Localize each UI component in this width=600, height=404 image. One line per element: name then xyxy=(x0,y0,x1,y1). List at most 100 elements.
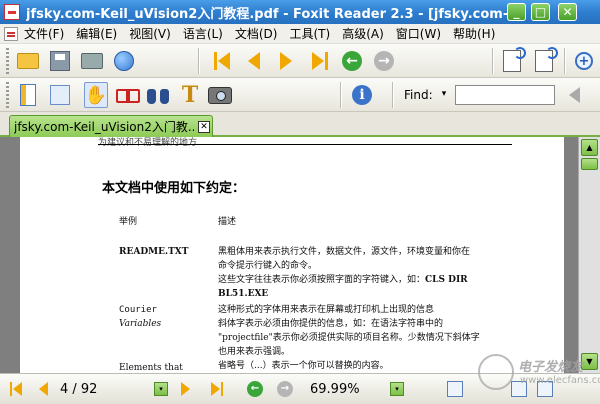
text-cursor-icon: T xyxy=(181,82,199,108)
page-indicator[interactable]: 4 / 92 xyxy=(60,382,97,397)
first-page-button[interactable] xyxy=(212,49,236,73)
hand-tool-button[interactable]: ✋ xyxy=(83,82,109,108)
bookmark-page-icon xyxy=(20,84,36,106)
description-text: 这些文字往往表示你必须按照字面的字符键入，如： xyxy=(218,275,426,285)
scroll-up-button[interactable]: ▲ xyxy=(581,139,598,156)
minimize-button[interactable]: _ xyxy=(507,3,526,21)
next-page-button[interactable] xyxy=(274,49,298,73)
menu-advanced[interactable]: 高级(A) xyxy=(342,25,384,42)
toolbar-grip[interactable] xyxy=(6,48,9,74)
header-rule xyxy=(98,144,512,145)
menu-edit[interactable]: 编辑(E) xyxy=(76,25,117,42)
menu-view[interactable]: 视图(V) xyxy=(129,25,171,42)
fit-page-button[interactable] xyxy=(48,83,72,107)
rotate-right-button[interactable] xyxy=(532,47,558,73)
watermark-logo-icon xyxy=(478,354,514,390)
previous-page-icon xyxy=(38,382,48,396)
snapshot-button[interactable] xyxy=(208,83,232,107)
pdf-page: 为建议和不易理解的地方 本文档中使用如下约定： 举例 描述 README.TXT… xyxy=(20,137,564,373)
row-example-variables: Variables xyxy=(119,319,162,329)
first-page-icon xyxy=(214,52,230,70)
last-page-button[interactable] xyxy=(306,49,330,73)
zoom-in-button[interactable]: + xyxy=(572,49,596,73)
save-icon xyxy=(50,51,70,71)
single-page-layout-button[interactable] xyxy=(446,380,464,398)
rotate-left-button[interactable] xyxy=(500,47,526,73)
zoom-dropdown[interactable]: ▾ xyxy=(388,380,406,398)
last-page-icon xyxy=(210,382,223,396)
description-line: 这种形式的字体用来表示在屏幕或打印机上出现的信息 xyxy=(218,305,435,315)
document-info-button[interactable]: i xyxy=(350,83,374,107)
page-list-dropdown[interactable]: ▾ xyxy=(152,380,170,398)
status-last-page-button[interactable] xyxy=(206,380,224,398)
find-label: Find: xyxy=(404,88,433,102)
document-view[interactable]: 为建议和不易理解的地方 本文档中使用如下约定： 举例 描述 README.TXT… xyxy=(0,137,578,373)
row-example-readme: README.TXT xyxy=(119,247,189,257)
save-button[interactable] xyxy=(48,49,72,73)
tab-close-icon[interactable]: ✕ xyxy=(198,120,210,133)
page-header-text: 为建议和不易理解的地方 xyxy=(98,138,198,148)
reading-mode-button[interactable] xyxy=(116,83,140,107)
back-button[interactable]: ← xyxy=(340,49,364,73)
previous-page-button[interactable] xyxy=(242,49,266,73)
menu-document[interactable]: 文档(D) xyxy=(235,25,278,42)
menu-language[interactable]: 语言(L) xyxy=(183,25,223,42)
single-page-icon xyxy=(447,381,463,397)
forward-arrow-icon: → xyxy=(277,381,293,397)
status-next-page-button[interactable] xyxy=(176,380,194,398)
forward-button[interactable]: → xyxy=(372,49,396,73)
text-select-button[interactable]: T xyxy=(178,82,202,108)
watermark-brand: 电子发烧友 xyxy=(518,360,584,375)
status-back-button[interactable]: ← xyxy=(246,380,264,398)
search-button[interactable] xyxy=(146,83,170,107)
find-previous-icon xyxy=(568,87,580,103)
row-example-elements: Elements that xyxy=(119,363,183,373)
previous-page-icon xyxy=(248,52,260,70)
fit-page-icon xyxy=(50,85,70,105)
description-line: 省略号（...）表示一个你可以替换的内容。 xyxy=(218,361,389,371)
foxit-app-icon[interactable] xyxy=(4,4,20,20)
camera-icon xyxy=(208,86,232,104)
description-line: 也用来表示强调。 xyxy=(218,347,291,357)
web-button[interactable] xyxy=(112,49,136,73)
toolbar-grip[interactable] xyxy=(6,82,9,108)
menu-window[interactable]: 窗口(W) xyxy=(396,25,441,42)
menu-help[interactable]: 帮助(H) xyxy=(453,25,495,42)
toolbar-separator xyxy=(198,48,200,74)
menu-tools[interactable]: 工具(T) xyxy=(289,25,330,42)
zoom-level[interactable]: 69.99% xyxy=(310,382,360,397)
row-description-elements: 省略号（...）表示一个你可以替换的内容。 xyxy=(218,359,510,373)
tab-document[interactable]: jfsky.com-Keil_uVision2入门教... ✕ xyxy=(9,115,213,137)
folder-icon xyxy=(17,53,39,69)
document-icon[interactable] xyxy=(4,26,18,41)
find-previous-button[interactable] xyxy=(562,83,586,107)
back-arrow-icon: ← xyxy=(342,51,362,71)
print-button[interactable] xyxy=(80,49,104,73)
globe-icon xyxy=(114,51,134,71)
maximize-button[interactable]: □ xyxy=(531,3,550,21)
description-line: 黑粗体用来表示执行文件，数据文件，源文件，环境变量和你在 xyxy=(218,247,471,257)
chevron-down-icon: ▾ xyxy=(390,382,404,396)
description-line: BL51.EXE xyxy=(218,289,269,299)
find-input[interactable] xyxy=(455,85,555,105)
next-page-icon xyxy=(280,52,292,70)
scroll-thumb[interactable] xyxy=(581,158,598,170)
status-previous-page-button[interactable] xyxy=(34,380,52,398)
toolbar-separator xyxy=(492,48,494,74)
status-first-page-button[interactable] xyxy=(8,380,26,398)
bookmark-panel-button[interactable] xyxy=(16,83,40,107)
close-button[interactable]: ✕ xyxy=(558,3,577,21)
menu-file[interactable]: 文件(F) xyxy=(24,25,64,42)
vertical-scrollbar[interactable]: ▲ ▼ xyxy=(578,137,600,373)
first-page-icon xyxy=(9,382,22,396)
description-line: 这些文字往往表示你必须按照字面的字符键入，如：CLS DIR xyxy=(218,273,510,287)
toolbar-separator xyxy=(340,82,342,108)
column-header-example: 举例 xyxy=(119,217,138,227)
find-options-dropdown[interactable]: ▾ xyxy=(437,86,451,102)
watermark-url: www.elecfans.com xyxy=(520,375,600,386)
status-forward-button[interactable]: → xyxy=(276,380,294,398)
row-example-courier: Courier xyxy=(119,305,157,315)
back-arrow-icon: ← xyxy=(247,381,263,397)
toolbar-separator xyxy=(564,48,566,74)
open-button[interactable] xyxy=(16,49,40,73)
